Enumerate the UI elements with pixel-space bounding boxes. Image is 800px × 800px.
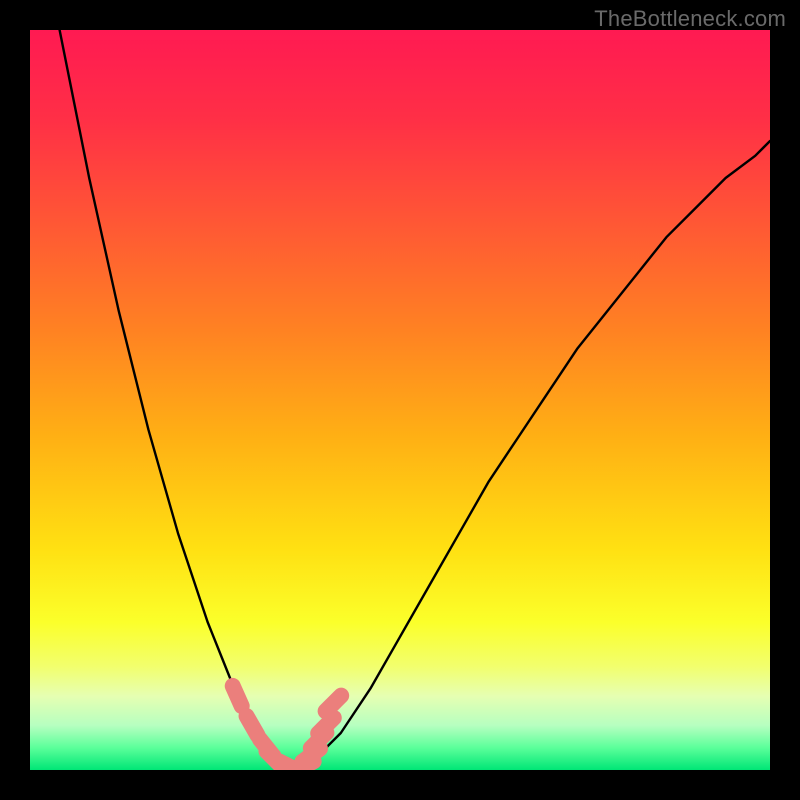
highlight-point: [233, 686, 242, 706]
highlight-point: [318, 718, 334, 734]
bottleneck-chart: [30, 30, 770, 770]
highlight-point: [326, 696, 342, 712]
highlight-point: [247, 716, 258, 735]
watermark-label: TheBottleneck.com: [594, 6, 786, 32]
chart-stage: TheBottleneck.com: [0, 0, 800, 800]
